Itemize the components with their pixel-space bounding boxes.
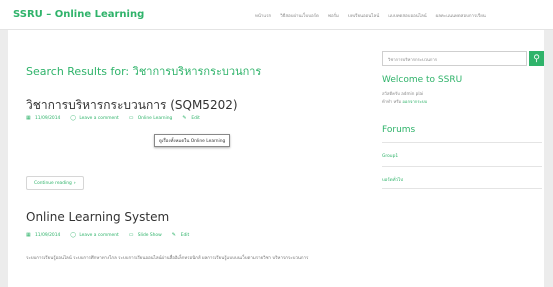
edit-link[interactable]: Edit xyxy=(191,116,200,121)
post-date[interactable]: 11/09/2014 xyxy=(35,116,60,121)
welcome-heading: Welcome to SSRU xyxy=(382,75,463,85)
nav-item-home[interactable]: หน้าแรก xyxy=(255,12,271,19)
comment-bubble-icon: ◯ xyxy=(70,232,76,238)
nav-item-scores[interactable]: ผลคะแนนทดสอบการเรียน xyxy=(436,12,486,19)
forum-link[interactable]: บอร์ดทั่วไป xyxy=(382,176,403,183)
forums-heading: Forums xyxy=(382,125,416,135)
category-tooltip: ดูเรื่องทั้งหมดใน Online Learning xyxy=(154,134,231,147)
divider xyxy=(382,142,542,143)
nav-item-howto[interactable]: วิธีสอบผ่านเว็บบอร์ด xyxy=(280,12,319,19)
content-area: Search Results for: วิชาการบริหารกระบวนก… xyxy=(8,30,544,287)
post-excerpt: ระบบการเรียนรู้ออนไลน์ ระบบการศึกษาทางไก… xyxy=(26,256,309,261)
divider xyxy=(382,166,542,167)
continue-reading-label: Continue reading xyxy=(34,180,72,186)
folder-icon: ▭ xyxy=(128,232,134,238)
nav-item-forum[interactable]: ฟอรั่ม xyxy=(328,12,339,19)
search-input[interactable]: วิชาการบริหารกระบวนการ xyxy=(382,51,527,66)
chevron-right-icon: › xyxy=(73,180,76,186)
magnifier-icon: ⚲ xyxy=(533,53,540,64)
nav-item-quiz[interactable]: แบบทดสอบออนไลน์ xyxy=(388,12,426,19)
calendar-icon: ▦ xyxy=(26,115,31,121)
logout-link[interactable]: ออกจากระบบ xyxy=(402,99,427,104)
welcome-prefix: ท้าทำ หรือ xyxy=(382,99,403,104)
folder-icon: ▭ xyxy=(128,115,134,121)
search-button[interactable]: ⚲ xyxy=(529,51,544,66)
main-nav: หน้าแรก วิธีสอบผ่านเว็บบอร์ด ฟอรั่ม บทเร… xyxy=(255,12,486,19)
edit-link[interactable]: Edit xyxy=(181,233,190,238)
post-date[interactable]: 11/09/2014 xyxy=(35,233,60,238)
pencil-icon: ✎ xyxy=(182,115,187,121)
comment-link[interactable]: Leave a comment xyxy=(79,116,118,121)
calendar-icon: ▦ xyxy=(26,232,31,238)
welcome-greeting: สวัสดีครับ admin plai xyxy=(382,91,424,96)
search-results-heading: Search Results for: วิชาการบริหารกระบวนก… xyxy=(26,65,262,78)
post-title[interactable]: Online Learning System xyxy=(26,210,169,224)
category-link[interactable]: Slide Show xyxy=(138,233,162,238)
continue-reading-button[interactable]: Continue reading › xyxy=(26,176,84,190)
divider xyxy=(382,188,542,189)
forum-link[interactable]: Group1 xyxy=(382,154,398,159)
comment-bubble-icon: ◯ xyxy=(70,115,76,121)
post-title[interactable]: วิชาการบริหารกระบวนการ (SQM5202) xyxy=(26,96,238,115)
comment-link[interactable]: Leave a comment xyxy=(79,233,118,238)
top-navbar: SSRU – Online Learning หน้าแรก วิธีสอบผ่… xyxy=(0,0,553,30)
pencil-icon: ✎ xyxy=(171,232,176,238)
nav-item-lessons[interactable]: บทเรียนออนไลน์ xyxy=(348,12,379,19)
post-meta: ▦ 11/09/2014 ◯ Leave a comment ▭ Slide S… xyxy=(26,232,190,239)
welcome-links: ท้าทำ หรือ ออกจากระบบ xyxy=(382,98,427,105)
post-meta: ▦ 11/09/2014 ◯ Leave a comment ▭ Online … xyxy=(26,115,200,122)
site-brand[interactable]: SSRU – Online Learning xyxy=(13,9,144,20)
category-link[interactable]: Online Learning xyxy=(138,116,173,121)
